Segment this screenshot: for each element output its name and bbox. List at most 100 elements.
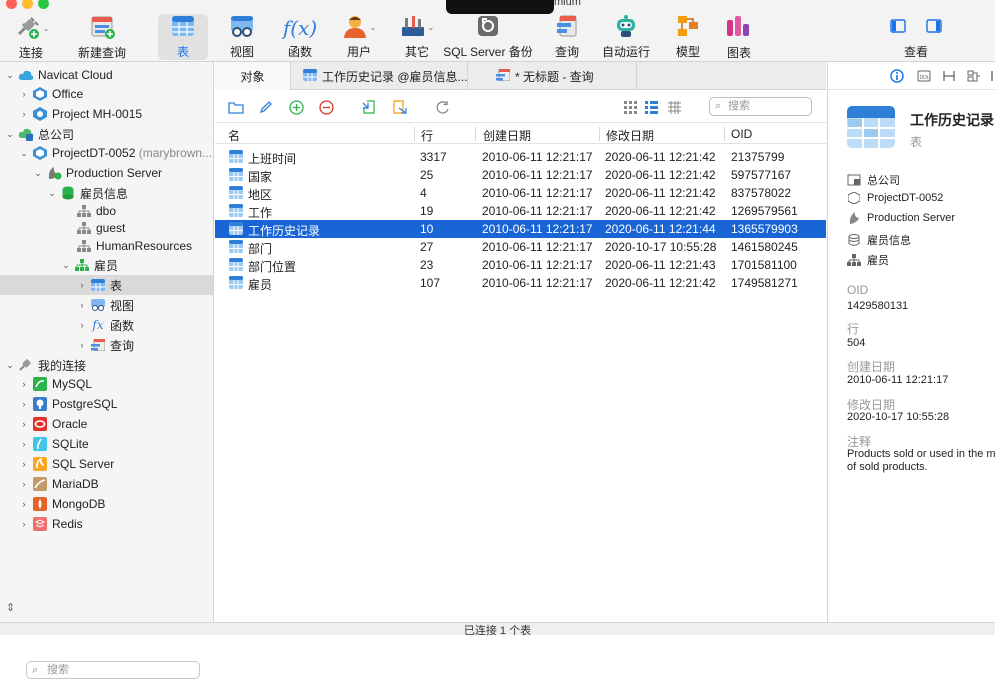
column-header-created[interactable]: 创建日期 [483,127,531,144]
chevron-right-icon[interactable]: › [18,519,30,529]
chart-button[interactable]: 图表 [722,14,756,60]
sort-icon[interactable]: ⇕ [6,601,15,614]
dependency-icon[interactable] [942,69,956,83]
table-row[interactable]: 地区 4 2010-06-11 12:21:17 2020-06-11 12:21:4… [215,184,826,202]
table-row[interactable]: 部门位置 23 2010-06-11 12:21:17 2020-06-11 12:2… [215,256,826,274]
ddl-icon[interactable]: DDL [917,69,931,83]
refresh-icon[interactable] [433,98,451,116]
sqlserver-backup-button[interactable]: SQL Server 备份 [443,14,533,60]
zoom-window-button[interactable] [38,0,49,9]
tab-objects[interactable]: 对象 [215,62,291,90]
chevron-right-icon[interactable]: › [18,109,30,119]
query-button[interactable]: 查询 [548,14,586,60]
chevron-right-icon[interactable]: › [18,89,30,99]
tree-item-head-office[interactable]: ⌄ 总公司 [0,124,213,144]
tree-item-sqlite[interactable]: › SQLite [0,434,213,454]
chevron-down-icon[interactable]: ⌄ [4,360,16,371]
crumb-schema[interactable]: 雇员 [847,252,889,268]
chevron-right-icon[interactable]: › [18,459,30,469]
tree-item-mariadb[interactable]: › MariaDB [0,474,213,494]
tree-item-sql-server[interactable]: › SQL Server [0,454,213,474]
column-header-name[interactable]: 名 [228,127,240,144]
other-button[interactable]: ⌄ 其它 [396,14,438,60]
column-header-rows[interactable]: 行 [421,127,433,144]
tree-item-employee-db[interactable]: ⌄ 雇员信息 [0,183,213,203]
column-header-modified[interactable]: 修改日期 [606,127,654,144]
tree-item-redis[interactable]: › Redis [0,514,213,534]
sidebar-right-toggle-icon[interactable] [926,19,942,36]
crumb-group[interactable]: 总公司 [847,172,900,188]
chevron-right-icon[interactable]: › [76,280,88,290]
chevron-down-icon[interactable]: ⌄ [46,188,58,199]
chevron-right-icon[interactable]: › [18,399,30,409]
table-button[interactable]: 表 [158,14,208,60]
chevron-right-icon[interactable]: › [18,499,30,509]
table-row[interactable]: 雇员 107 2010-06-11 12:21:17 2020-06-11 12:21… [215,274,826,292]
crumb-project[interactable]: ProjectDT-0052 [847,192,943,204]
function-button[interactable]: f(x) 函数 [280,14,320,60]
list-view-icon[interactable] [642,98,660,116]
preview-icon[interactable] [967,69,981,83]
chevron-down-icon[interactable]: ⌄ [60,260,72,271]
table-row[interactable]: 工作 19 2010-06-11 12:21:17 2020-06-11 12:21:… [215,202,826,220]
tree-item-views[interactable]: › 视图 [0,295,213,315]
detail-view-icon[interactable] [665,98,683,116]
minimize-window-button[interactable] [22,0,33,9]
user-button[interactable]: ⌄ 用户 [338,14,380,60]
chevron-down-icon[interactable]: ⌄ [32,168,44,179]
tree-item-navicat-cloud[interactable]: ⌄ Navicat Cloud [0,65,213,85]
table-row[interactable]: 上班时间 3317 2010-06-11 12:21:17 2020-06-11 12… [215,148,826,166]
import-icon[interactable] [361,98,379,116]
crumb-database[interactable]: 雇员信息 [847,232,911,248]
automation-button[interactable]: 自动运行 [600,14,652,60]
model-button[interactable]: 模型 [672,14,704,60]
tree-item-office[interactable]: › Office [0,84,213,104]
close-window-button[interactable] [6,0,17,9]
tree-item-queries[interactable]: › 查询 [0,335,213,355]
chevron-down-icon[interactable]: ⌄ [4,70,16,81]
tree-item-employee-schema[interactable]: ⌄ 雇员 [0,255,213,275]
connect-button[interactable]: ⌄ 连接 [10,14,52,60]
chevron-right-icon[interactable]: › [18,419,30,429]
tree-item-functions[interactable]: › fx 函数 [0,315,213,335]
open-folder-icon[interactable] [227,98,245,116]
view-button[interactable]: 视图 [222,14,262,60]
tree-item-postgresql[interactable]: › PostgreSQL [0,394,213,414]
chevron-down-icon[interactable]: ⌄ [4,129,16,140]
tree-item-mongodb[interactable]: › MongoDB [0,494,213,514]
more-icon[interactable] [990,69,995,83]
chevron-right-icon[interactable]: › [76,320,88,330]
tree-item-my-connections[interactable]: ⌄ 我的连接 [0,355,213,375]
tree-item-production-server[interactable]: ⌄ Production Server [0,163,213,183]
chevron-right-icon[interactable]: › [76,340,88,350]
chevron-right-icon[interactable]: › [18,439,30,449]
export-icon[interactable] [391,98,409,116]
tree-item-oracle[interactable]: › Oracle [0,414,213,434]
tree-item-tables[interactable]: › 表 [0,275,213,295]
tab-untitled-query[interactable]: * 无标题 - 查询 [468,62,637,90]
table-row[interactable]: 部门 27 2010-06-11 12:21:17 2020-10-17 10:55:… [215,238,826,256]
add-circle-icon[interactable] [287,98,305,116]
tab-work-history[interactable]: 工作历史记录 @雇员信息... [291,62,468,90]
column-header-oid[interactable]: OID [731,127,752,141]
object-search-input[interactable]: ⌕ 搜索 [709,97,812,116]
grid-view-icon[interactable] [621,98,639,116]
remove-circle-icon[interactable] [317,98,335,116]
tree-item-projectdt-0052[interactable]: ⌄ ProjectDT-0052 (marybrown... [0,143,213,163]
sidebar-search-input[interactable]: ⌕ 搜索 [26,661,200,679]
table-row[interactable]: 工作历史记录 10 2010-06-11 12:21:17 2020-06-11 12… [215,220,826,238]
tree-item-humanresources[interactable]: HumanResources [0,236,213,256]
sidebar-left-toggle-icon[interactable] [890,19,906,36]
tree-item-mysql[interactable]: › MySQL [0,374,213,394]
table-row[interactable]: 国家 25 2010-06-11 12:21:17 2020-06-11 12:21:… [215,166,826,184]
edit-pencil-icon[interactable] [257,98,275,116]
chevron-right-icon[interactable]: › [18,479,30,489]
crumb-server[interactable]: Production Server [847,212,955,224]
chevron-right-icon[interactable]: › [76,300,88,310]
tree-item-guest[interactable]: guest [0,218,213,238]
info-icon[interactable] [890,69,904,83]
chevron-right-icon[interactable]: › [18,379,30,389]
new-query-button[interactable]: 新建查询 [76,14,128,60]
chevron-down-icon[interactable]: ⌄ [18,148,30,159]
tree-item-project-mh-0015[interactable]: › Project MH-0015 [0,104,213,124]
